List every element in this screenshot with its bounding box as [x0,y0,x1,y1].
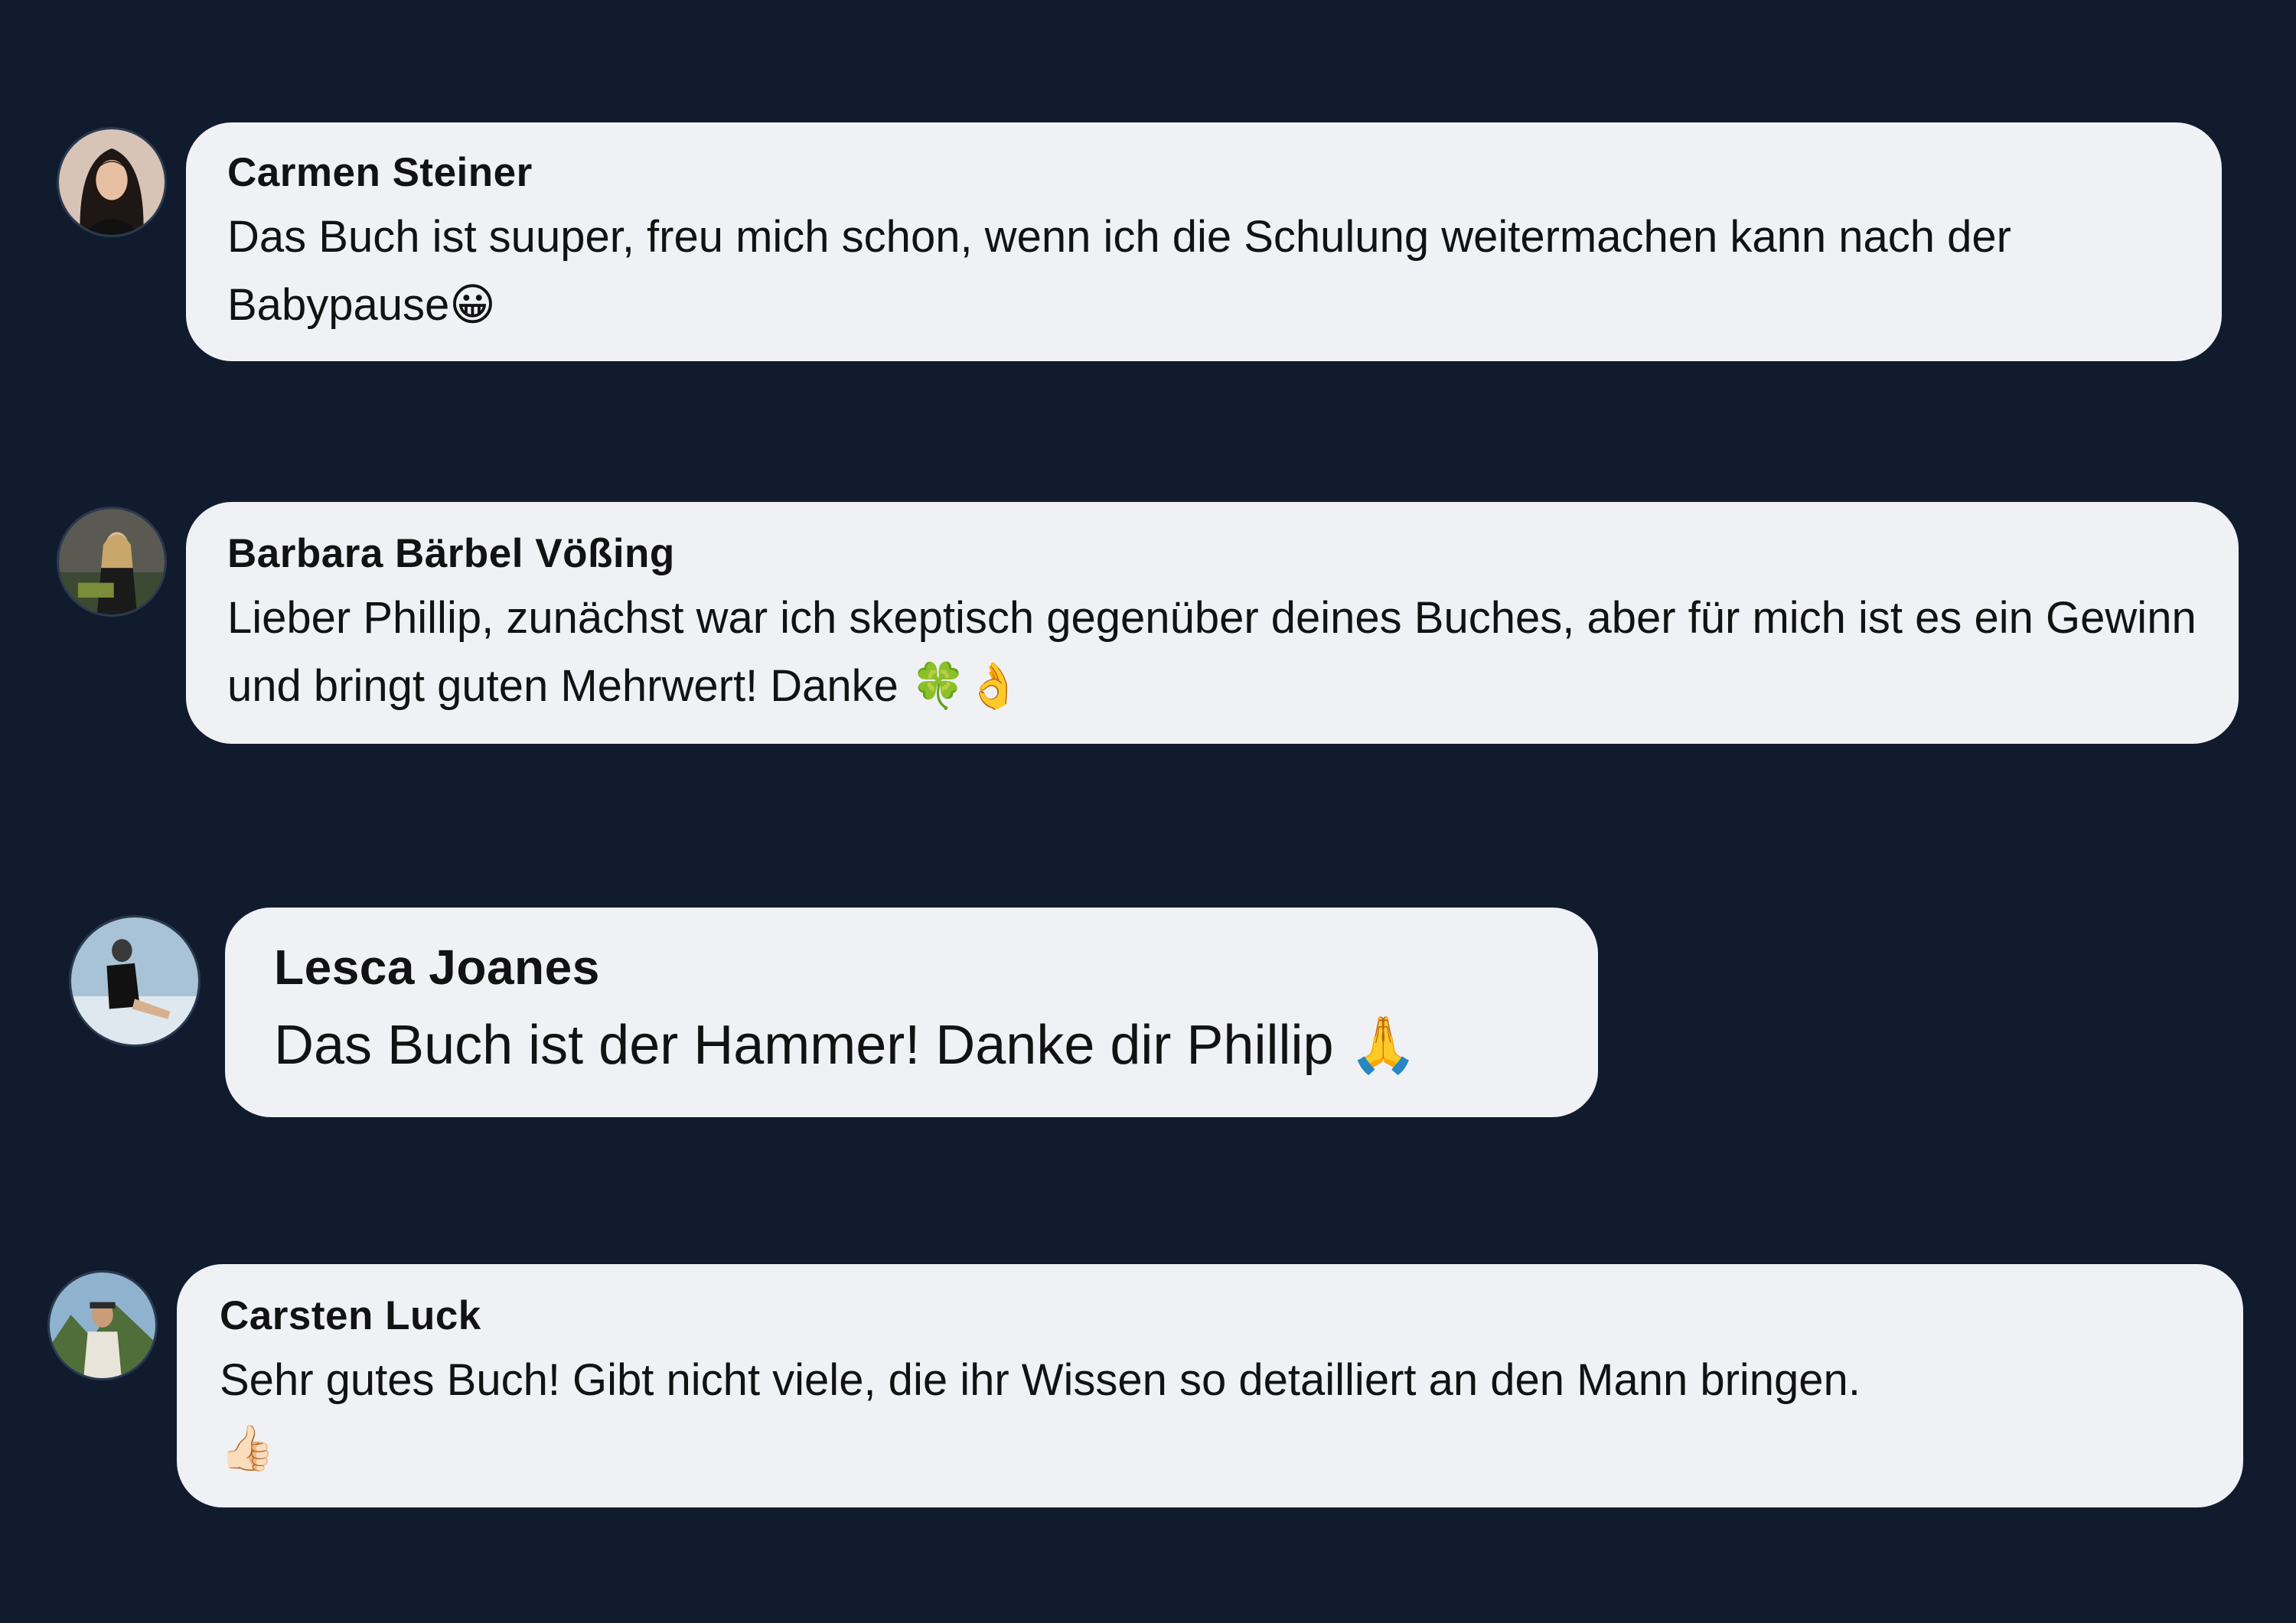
avatar-man-outdoors-icon [50,1273,155,1378]
comment-text: Sehr gutes Buch! Gibt nicht viele, die i… [220,1347,2200,1482]
comment-author[interactable]: Lesca Joanes [274,938,1549,996]
comment-text: Lieber Phillip, zunächst war ich skeptis… [227,585,2197,720]
avatar[interactable] [57,507,167,617]
clover-ok-hand-emoji-icon: 🍀👌 [911,660,1022,712]
avatar[interactable] [69,915,201,1047]
comment-author[interactable]: Carsten Luck [220,1292,2200,1341]
comment-text: Das Buch ist suuper, freu mich schon, we… [227,204,2180,339]
comment-text-body: Das Buch ist der Hammer! Danke dir Phill… [274,1015,1334,1076]
comment-bubble: Carsten Luck Sehr gutes Buch! Gibt nicht… [177,1264,2243,1507]
comment-text-body: Lieber Phillip, zunächst war ich skeptis… [227,593,2197,711]
thumbs-up-emoji-icon: 👍🏻 [220,1422,276,1474]
avatar-woman-dark-hair-icon [59,129,165,235]
grinning-face-emoji-icon: 😀 [449,279,496,331]
avatar-woman-blonde-icon [59,509,165,614]
avatar[interactable] [57,127,167,237]
comment-bubble: Lesca Joanes Das Buch ist der Hammer! Da… [225,908,1598,1117]
folded-hands-emoji-icon: 🙏 [1349,1012,1418,1077]
comment-bubble: Barbara Bärbel Vößing Lieber Phillip, zu… [186,502,2239,744]
avatar-person-sitting-icon [71,917,198,1045]
avatar[interactable] [47,1270,158,1380]
comment-author[interactable]: Carmen Steiner [227,148,2180,197]
comment-text: Das Buch ist der Hammer! Danke dir Phill… [274,1007,1549,1083]
comment-author[interactable]: Barbara Bärbel Vößing [227,530,2197,578]
comment-text-body: Sehr gutes Buch! Gibt nicht viele, die i… [220,1355,1861,1405]
comment-bubble: Carmen Steiner Das Buch ist suuper, freu… [186,122,2222,361]
